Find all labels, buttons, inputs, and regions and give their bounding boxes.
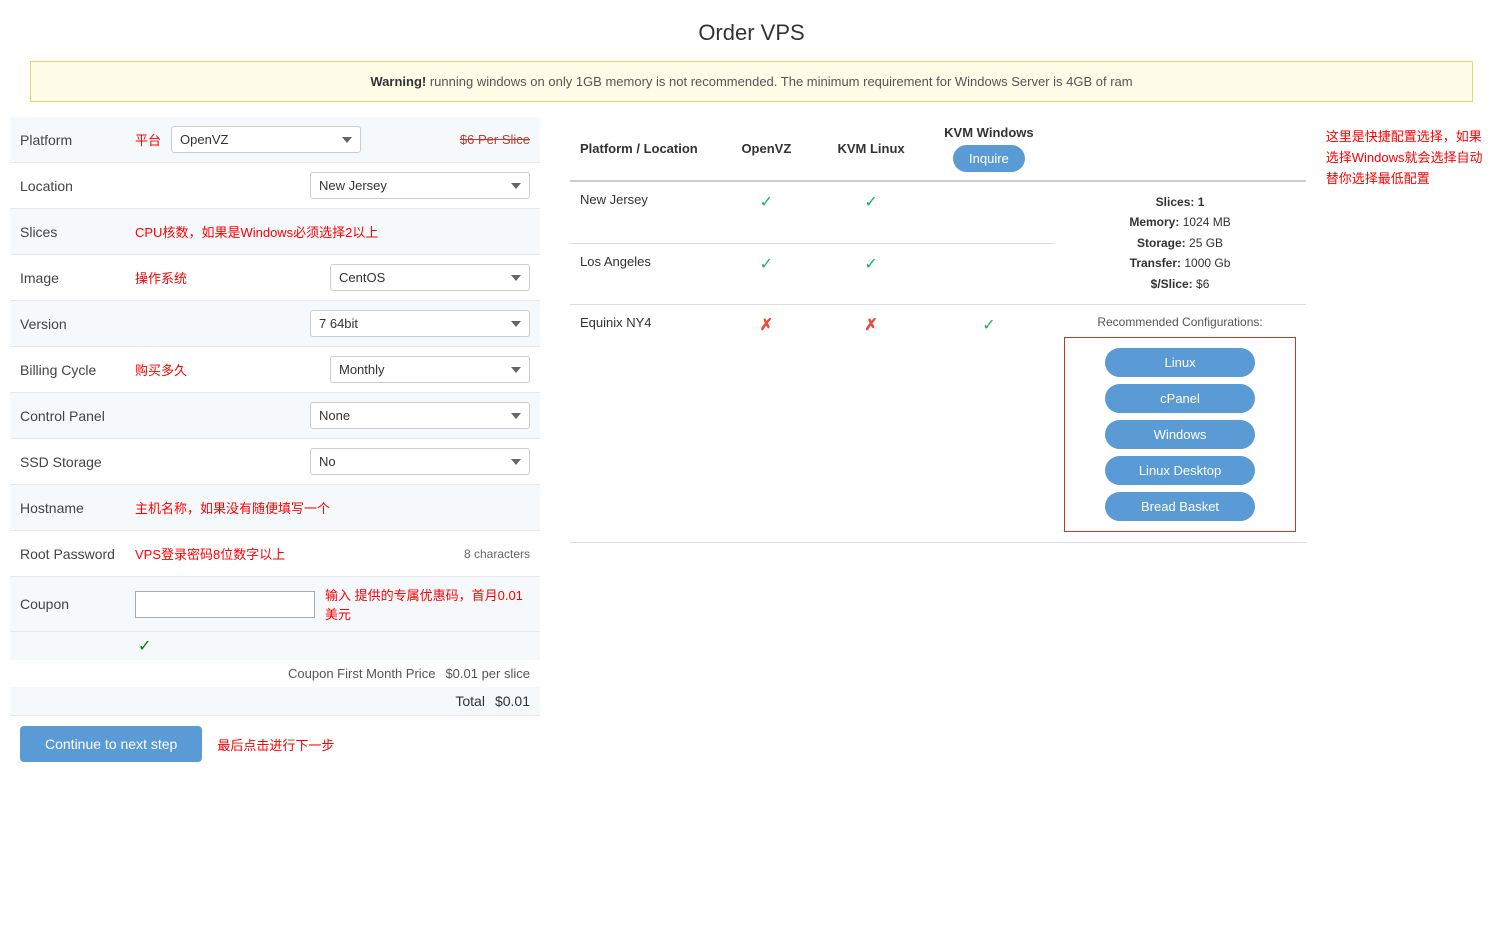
location-equinix: Equinix NY4 xyxy=(570,304,714,542)
price-per-slice: $6 Per Slice xyxy=(460,132,530,147)
image-cn: 操作系统 xyxy=(135,268,187,287)
col-openvz: OpenVZ xyxy=(714,117,819,181)
image-row: Image 操作系统 CentOS Ubuntu Debian Windows xyxy=(10,255,540,301)
right-panel: Platform / Location OpenVZ KVM Linux KVM… xyxy=(560,117,1493,772)
coupon-price-row: Coupon First Month Price $0.01 per slice xyxy=(10,660,540,687)
spec-per-slice-label: $/Slice: xyxy=(1151,277,1193,291)
recommended-cell: Recommended Configurations: Linux cPanel… xyxy=(1054,304,1305,542)
spec-memory-val: 1024 MB xyxy=(1183,215,1231,229)
btn-row: Continue to next step 最后点击进行下一步 xyxy=(10,716,540,772)
kvm-windows-la xyxy=(923,243,1054,304)
kvm-linux-la: ✓ xyxy=(819,243,924,304)
slices-row: Slices CPU核数，如果是Windows必须选择2以上 xyxy=(10,209,540,255)
page-title: Order VPS xyxy=(0,0,1503,61)
rootpw-cn: VPS登录密码8位数字以上 xyxy=(135,544,285,563)
specs-cell: Slices: 1 Memory: 1024 MB Storage: 25 GB… xyxy=(1054,181,1305,304)
coupon-checkmark: ✓ xyxy=(138,638,151,655)
platform-label: Platform xyxy=(20,132,130,148)
image-select[interactable]: CentOS Ubuntu Debian Windows xyxy=(330,264,530,291)
kvm-linux-nj: ✓ xyxy=(819,181,924,243)
spec-memory-label: Memory: xyxy=(1129,215,1179,229)
location-new-jersey: New Jersey xyxy=(570,181,714,243)
total-label: Total xyxy=(455,693,485,709)
billing-cn: 购买多久 xyxy=(135,360,187,379)
pricing-table: Platform / Location OpenVZ KVM Linux KVM… xyxy=(570,117,1306,543)
hostname-label: Hostname xyxy=(20,500,130,516)
specs-header xyxy=(1054,117,1305,181)
platform-select[interactable]: OpenVZ KVM Linux KVM Windows xyxy=(171,126,361,153)
ssd-select[interactable]: No Yes xyxy=(310,448,530,475)
hostname-cn: 主机名称，如果没有随便填写一个 xyxy=(135,498,330,517)
billing-label: Billing Cycle xyxy=(20,362,130,378)
platform-cn: 平台 xyxy=(135,130,161,149)
col-kvm-linux: KVM Linux xyxy=(819,117,924,181)
rootpw-label: Root Password xyxy=(20,546,130,562)
spec-storage-label: Storage: xyxy=(1137,236,1186,250)
inquire-button[interactable]: Inquire xyxy=(953,145,1025,172)
coupon-input[interactable] xyxy=(135,591,315,618)
image-label: Image xyxy=(20,270,130,286)
recommended-label: Recommended Configurations: xyxy=(1064,315,1295,329)
billing-select[interactable]: Monthly Quarterly Semi-Annually Annually xyxy=(330,356,530,383)
spec-transfer-label: Transfer: xyxy=(1130,256,1181,270)
rootpw-row: Root Password VPS登录密码8位数字以上 8 characters xyxy=(10,531,540,577)
location-select[interactable]: New Jersey Los Angeles Equinix NY4 xyxy=(310,172,530,199)
col-kvm-windows: KVM Windows Inquire xyxy=(923,117,1054,181)
coupon-first-month-value: $0.01 per slice xyxy=(445,666,530,681)
rec-bread-basket-btn[interactable]: Bread Basket xyxy=(1105,492,1255,521)
warning-box: Warning! running windows on only 1GB mem… xyxy=(30,61,1473,102)
control-label: Control Panel xyxy=(20,408,130,424)
openvz-eq: ✗ xyxy=(714,304,819,542)
main-content: Platform 平台 OpenVZ KVM Linux KVM Windows… xyxy=(0,117,1503,772)
ssd-label: SSD Storage xyxy=(20,454,130,470)
coupon-checkmark-row: ✓ xyxy=(10,632,540,660)
coupon-row: Coupon 输入 提供的专属优惠码，首月0.01美元 xyxy=(10,577,540,632)
col-platform-location: Platform / Location xyxy=(570,117,714,181)
rec-linux-btn[interactable]: Linux xyxy=(1105,348,1255,377)
coupon-first-month-label: Coupon First Month Price xyxy=(288,666,435,681)
location-label: Location xyxy=(20,178,130,194)
warning-text: running windows on only 1GB memory is no… xyxy=(426,74,1132,89)
platform-row: Platform 平台 OpenVZ KVM Linux KVM Windows… xyxy=(10,117,540,163)
coupon-cn: 输入 提供的专属优惠码，首月0.01美元 xyxy=(325,585,530,623)
recommended-box: Linux cPanel Windows Linux Desktop Bread… xyxy=(1064,337,1295,532)
control-panel-row: Control Panel None cPanel Plesk xyxy=(10,393,540,439)
rec-linux-desktop-btn[interactable]: Linux Desktop xyxy=(1105,456,1255,485)
total-value: $0.01 xyxy=(495,693,530,709)
spec-transfer-val: 1000 Gb xyxy=(1184,256,1230,270)
aside-note: 这里是快捷配置选择，如果选择Windows就会选择自动替你选择最低配置 xyxy=(1326,127,1483,189)
openvz-la: ✓ xyxy=(714,243,819,304)
rec-cpanel-btn[interactable]: cPanel xyxy=(1105,384,1255,413)
table-row: New Jersey ✓ ✓ Slices: 1 Memory: 1024 MB… xyxy=(570,181,1306,243)
spec-slices: Slices: 1 xyxy=(1156,195,1205,209)
location-los-angeles: Los Angeles xyxy=(570,243,714,304)
version-row: Version 7 64bit 6 64bit 6 32bit xyxy=(10,301,540,347)
total-row: Total $0.01 xyxy=(10,687,540,716)
slices-cn: CPU核数，如果是Windows必须选择2以上 xyxy=(135,222,378,241)
left-form: Platform 平台 OpenVZ KVM Linux KVM Windows… xyxy=(10,117,540,772)
chars-hint: 8 characters xyxy=(464,547,530,561)
kvm-linux-eq: ✗ xyxy=(819,304,924,542)
billing-row: Billing Cycle 购买多久 Monthly Quarterly Sem… xyxy=(10,347,540,393)
kvm-windows-nj xyxy=(923,181,1054,243)
hostname-row: Hostname 主机名称，如果没有随便填写一个 xyxy=(10,485,540,531)
aside-note-col: 这里是快捷配置选择，如果选择Windows就会选择自动替你选择最低配置 xyxy=(1306,117,1483,189)
rec-windows-btn[interactable]: Windows xyxy=(1105,420,1255,449)
coupon-label: Coupon xyxy=(20,596,130,612)
spec-storage-val: 25 GB xyxy=(1189,236,1223,250)
version-label: Version xyxy=(20,316,130,332)
control-select[interactable]: None cPanel Plesk xyxy=(310,402,530,429)
kvm-windows-eq: ✓ xyxy=(923,304,1054,542)
slices-label: Slices xyxy=(20,224,130,240)
ssd-row: SSD Storage No Yes xyxy=(10,439,540,485)
openvz-nj: ✓ xyxy=(714,181,819,243)
warning-bold: Warning! xyxy=(370,74,426,89)
table-row: Equinix NY4 ✗ ✗ ✓ Recommended Configurat… xyxy=(570,304,1306,542)
spec-per-slice-val: $6 xyxy=(1196,277,1209,291)
location-row: Location New Jersey Los Angeles Equinix … xyxy=(10,163,540,209)
continue-cn: 最后点击进行下一步 xyxy=(217,735,334,754)
version-select[interactable]: 7 64bit 6 64bit 6 32bit xyxy=(310,310,530,337)
continue-button[interactable]: Continue to next step xyxy=(20,726,202,762)
